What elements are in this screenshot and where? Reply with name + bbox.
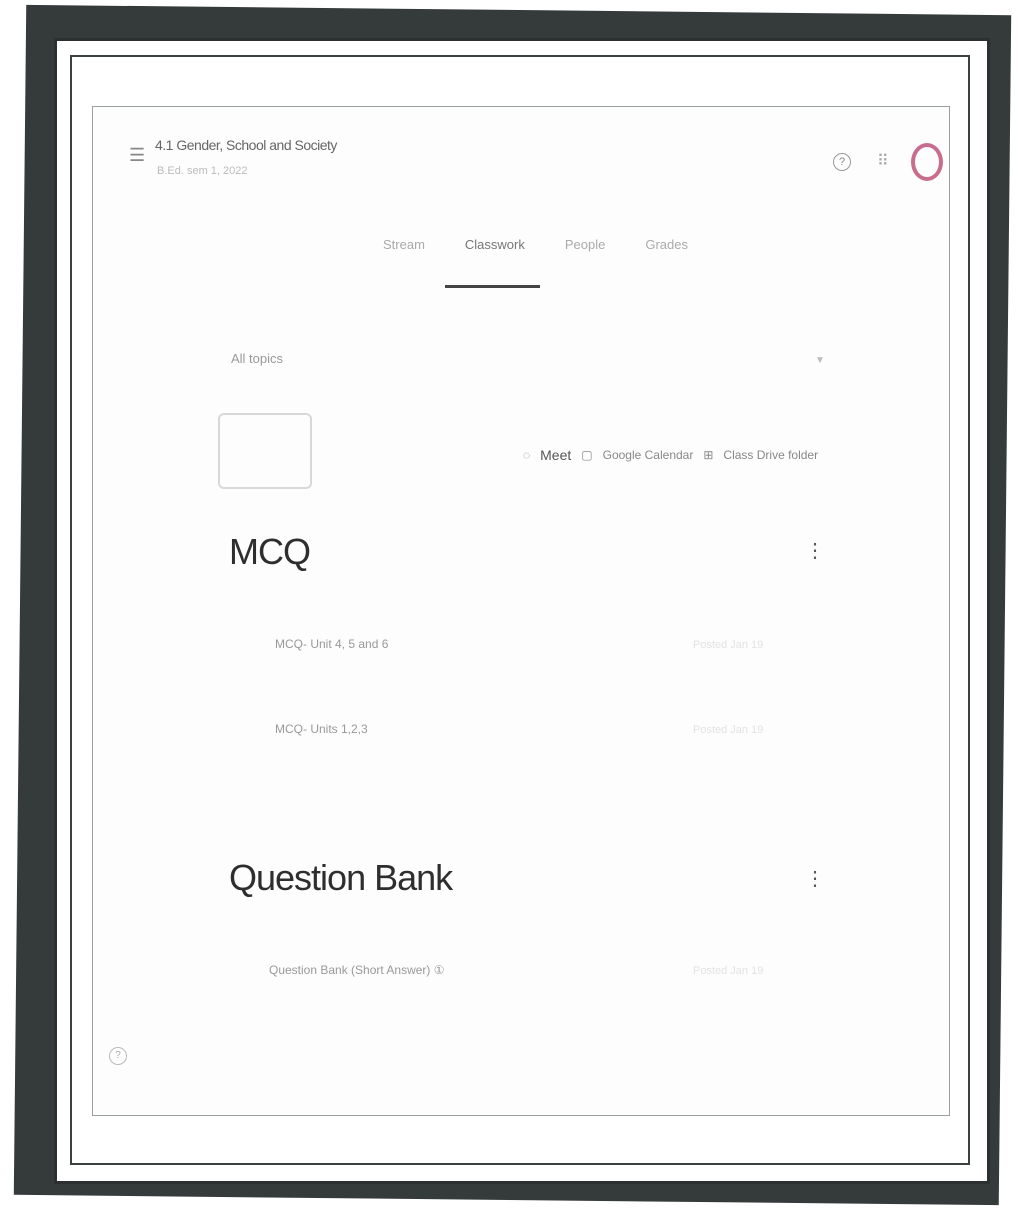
class-subtitle: B.Ed. sem 1, 2022 <box>157 165 248 177</box>
apps-grid-icon[interactable]: ⠿ <box>877 151 889 171</box>
active-tab-indicator <box>445 285 540 288</box>
list-item-meta: Posted Jan 19 <box>693 724 764 736</box>
tab-grades[interactable]: Grades <box>645 237 688 252</box>
class-title[interactable]: 4.1 Gender, School and Society <box>155 137 337 153</box>
avatar[interactable] <box>911 143 943 181</box>
list-item[interactable]: Question Bank (Short Answer) ① <box>269 963 445 977</box>
drive-icon: ⊞ <box>703 448 714 462</box>
list-item[interactable]: MCQ- Units 1,2,3 <box>275 722 368 736</box>
list-item[interactable]: MCQ- Unit 4, 5 and 6 <box>275 637 388 651</box>
meet-link[interactable]: Meet <box>540 447 571 463</box>
topic-title-mcq: MCQ <box>229 531 311 572</box>
calendar-icon: ▢ <box>581 448 593 462</box>
chevron-down-icon[interactable]: ▼ <box>815 355 825 366</box>
more-vert-icon[interactable]: ⋮ <box>805 869 825 889</box>
help-icon[interactable]: ? <box>833 153 851 171</box>
tab-people[interactable]: People <box>565 237 605 252</box>
help-icon[interactable]: ? <box>109 1047 127 1065</box>
tab-classwork[interactable]: Classwork <box>465 237 525 252</box>
quick-links: ◌ Meet ▢ Google Calendar ⊞ Class Drive f… <box>523 447 818 463</box>
more-vert-icon[interactable]: ⋮ <box>805 541 825 561</box>
topic-title-question-bank: Question Bank <box>229 857 453 898</box>
drive-folder-link[interactable]: Class Drive folder <box>723 448 818 462</box>
tab-bar: Stream Classwork People Grades <box>383 237 688 252</box>
list-item-meta: Posted Jan 19 <box>693 965 764 977</box>
calendar-link[interactable]: Google Calendar <box>603 448 694 462</box>
tab-stream[interactable]: Stream <box>383 237 425 252</box>
meet-icon: ◌ <box>523 448 531 462</box>
create-button-placeholder[interactable] <box>218 413 312 489</box>
list-item-meta: Posted Jan 19 <box>693 639 764 651</box>
topic-filter-select[interactable]: All topics <box>231 351 283 366</box>
classroom-screen: ☰ 4.1 Gender, School and Society B.Ed. s… <box>92 106 950 1116</box>
hamburger-icon[interactable]: ☰ <box>129 145 145 166</box>
